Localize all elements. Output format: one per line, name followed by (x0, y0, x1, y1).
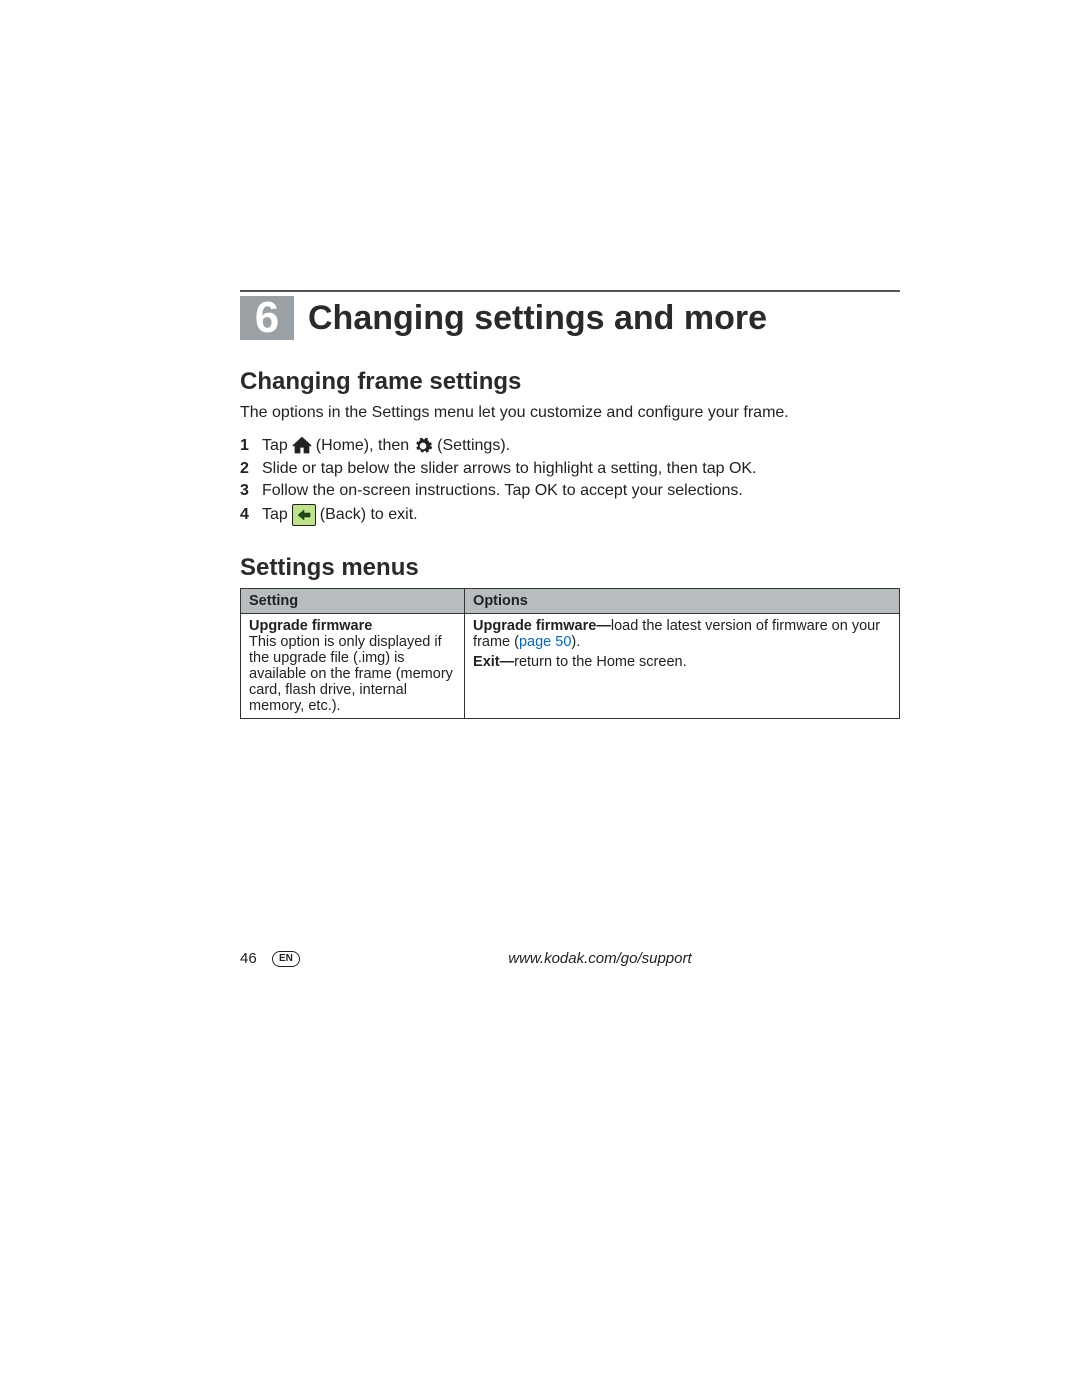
step-text: (Back) to exit. (320, 506, 418, 524)
settings-table: Setting Options Upgrade firmware This op… (240, 588, 900, 719)
step-1: 1 Tap (Home), then (Settings). (240, 436, 900, 456)
option-label: Exit— (473, 654, 514, 670)
setting-title: Upgrade firmware (249, 618, 372, 634)
option-text: return to the Home screen. (514, 654, 686, 670)
step-text: (Settings). (437, 437, 510, 455)
step-text: Tap (262, 506, 288, 524)
support-url[interactable]: www.kodak.com/go/support (300, 950, 900, 967)
col-header-options: Options (465, 589, 900, 614)
chapter-header: 6 Changing settings and more (240, 296, 900, 340)
col-header-setting: Setting (241, 589, 465, 614)
steps-list: 1 Tap (Home), then (Settings). 2 Slide o… (240, 436, 900, 526)
section-intro: The options in the Settings menu let you… (240, 404, 900, 422)
table-header-row: Setting Options (241, 589, 900, 614)
setting-desc: This option is only displayed if the upg… (249, 634, 456, 714)
gear-icon (413, 436, 433, 456)
language-badge: EN (272, 951, 300, 967)
step-2: 2 Slide or tap below the slider arrows t… (240, 460, 900, 478)
chapter-title: Changing settings and more (294, 296, 767, 340)
table-row: Upgrade firmware This option is only dis… (241, 614, 900, 719)
step-4: 4 Tap (Back) to exit. (240, 504, 900, 526)
page-footer: 46 EN www.kodak.com/go/support (240, 950, 900, 967)
chapter-number: 6 (240, 296, 294, 340)
section-heading-settings-menus: Settings menus (240, 554, 900, 582)
option-label: Upgrade firmware— (473, 618, 611, 634)
page-number: 46 (240, 950, 266, 967)
section-heading-frame-settings: Changing frame settings (240, 368, 900, 396)
step-text: (Home), then (316, 437, 409, 455)
step-3: 3 Follow the on-screen instructions. Tap… (240, 482, 900, 500)
back-icon (292, 504, 316, 526)
step-text: Tap (262, 437, 288, 455)
option-text: ). (571, 634, 580, 650)
page-link[interactable]: page 50 (519, 634, 571, 650)
step-text: Follow the on-screen instructions. Tap O… (262, 482, 743, 500)
home-icon (292, 437, 312, 455)
step-text: Slide or tap below the slider arrows to … (262, 460, 757, 478)
